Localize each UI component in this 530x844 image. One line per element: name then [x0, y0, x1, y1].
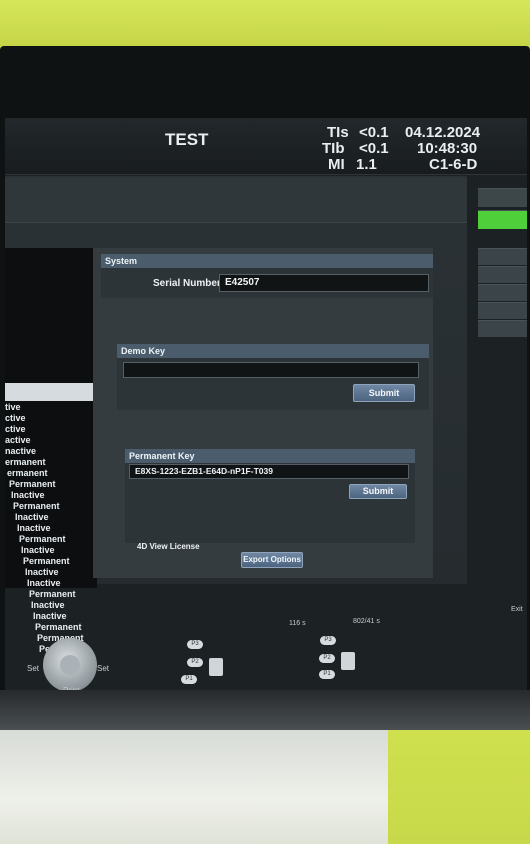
- side-menu-item-active[interactable]: [478, 210, 527, 229]
- set-left-label: Set: [27, 664, 40, 673]
- date-display: 04.12.2024: [405, 124, 481, 141]
- patient-title: TEST: [165, 130, 209, 149]
- dialog-toolbar: [5, 178, 467, 223]
- export-options-button[interactable]: Export Options: [241, 552, 303, 568]
- permanent-key-section-header: Permanent Key: [125, 449, 415, 463]
- demo-key-section-header: Demo Key: [117, 344, 429, 358]
- tib-label: TIb: [322, 140, 345, 157]
- license-list[interactable]: tive ctive ctive active nactive ermanent erman…: [5, 248, 97, 654]
- license-list-item[interactable]: ctive: [5, 413, 26, 423]
- permanent-key-submit-button[interactable]: Submit: [349, 484, 407, 499]
- wall-background-lower: [388, 720, 530, 844]
- monitor-bottom-edge: [0, 690, 530, 730]
- cine-time-readout: 116 s: [289, 620, 306, 627]
- license-list-item[interactable]: Inactive: [27, 578, 61, 588]
- serial-number-label: Serial Number: [153, 278, 221, 289]
- license-list-item[interactable]: Permanent: [19, 534, 66, 544]
- mi-label: MI: [328, 156, 345, 173]
- license-list-item[interactable]: Inactive: [31, 600, 65, 610]
- license-list-item[interactable]: Inactive: [25, 567, 59, 577]
- tib-value: <0.1: [359, 140, 389, 157]
- p3-key-right[interactable]: P3: [320, 636, 336, 645]
- header-bar: TEST TIs <0.1 TIb <0.1 MI 1.1 04.12.2024…: [5, 118, 527, 175]
- wall-background: [0, 0, 530, 50]
- p1-key-right[interactable]: P1: [319, 670, 335, 679]
- ultrasound-screen: TEST TIs <0.1 TIb <0.1 MI 1.1 04.12.2024…: [5, 118, 527, 696]
- license-list-item[interactable]: Permanent: [9, 479, 56, 489]
- 4d-view-license-label: 4D View License: [137, 542, 200, 551]
- system-section-header: System: [101, 254, 433, 268]
- exit-button[interactable]: Exit: [511, 606, 523, 613]
- demo-key-input[interactable]: [123, 362, 419, 378]
- side-menu-item[interactable]: [478, 302, 527, 319]
- tis-label: TIs: [327, 124, 349, 141]
- license-list-item[interactable]: Inactive: [21, 545, 55, 555]
- set-right-label: Set: [97, 664, 110, 673]
- p1-key-left[interactable]: P1: [181, 675, 197, 684]
- license-list-header: [5, 383, 93, 401]
- side-menu-item[interactable]: [478, 188, 527, 207]
- tis-value: <0.1: [359, 124, 389, 141]
- side-menu-item[interactable]: [478, 248, 527, 265]
- time-display: 10:48:30: [417, 140, 478, 157]
- trackball-center: [60, 655, 80, 675]
- license-list-item[interactable]: Permanent: [23, 556, 70, 566]
- storage-icon-left: [209, 658, 223, 676]
- license-list-item[interactable]: Inactive: [33, 611, 67, 621]
- license-list-item[interactable]: Inactive: [17, 523, 51, 533]
- license-list-item[interactable]: ermanent: [5, 457, 46, 467]
- serial-number-field[interactable]: E42507: [219, 274, 429, 292]
- license-list-item[interactable]: ermanent: [7, 468, 48, 478]
- p2-key-right[interactable]: P2: [319, 654, 335, 663]
- p3-key-left[interactable]: P3: [187, 640, 203, 649]
- probe-display: C1-6-D: [429, 156, 478, 173]
- side-menu-item[interactable]: [478, 284, 527, 301]
- mi-value: 1.1: [356, 156, 377, 173]
- license-list-item[interactable]: active: [5, 435, 31, 445]
- permanent-key-input[interactable]: E8XS-1223-EZB1-E64D-nP1F-T039: [129, 464, 409, 479]
- license-details-panel: System Serial Number E42507 Demo Key Sub…: [93, 248, 433, 578]
- license-list-item[interactable]: Permanent: [35, 622, 82, 632]
- side-menu: [478, 188, 527, 348]
- license-list-item[interactable]: Inactive: [15, 512, 49, 522]
- license-list-item[interactable]: Inactive: [11, 490, 45, 500]
- license-list-item[interactable]: tive: [5, 402, 21, 412]
- side-menu-item[interactable]: [478, 266, 527, 283]
- storage-icon-right: [341, 652, 355, 670]
- p2-key-left[interactable]: P2: [187, 658, 203, 667]
- license-list-item[interactable]: Permanent: [13, 501, 60, 511]
- side-menu-item[interactable]: [478, 320, 527, 337]
- license-list-item[interactable]: ctive: [5, 424, 26, 434]
- license-list-item[interactable]: Permanent: [29, 589, 76, 599]
- license-list-item[interactable]: nactive: [5, 446, 36, 456]
- frame-count-readout: 802/41 s: [353, 618, 380, 625]
- demo-key-submit-button[interactable]: Submit: [353, 384, 415, 402]
